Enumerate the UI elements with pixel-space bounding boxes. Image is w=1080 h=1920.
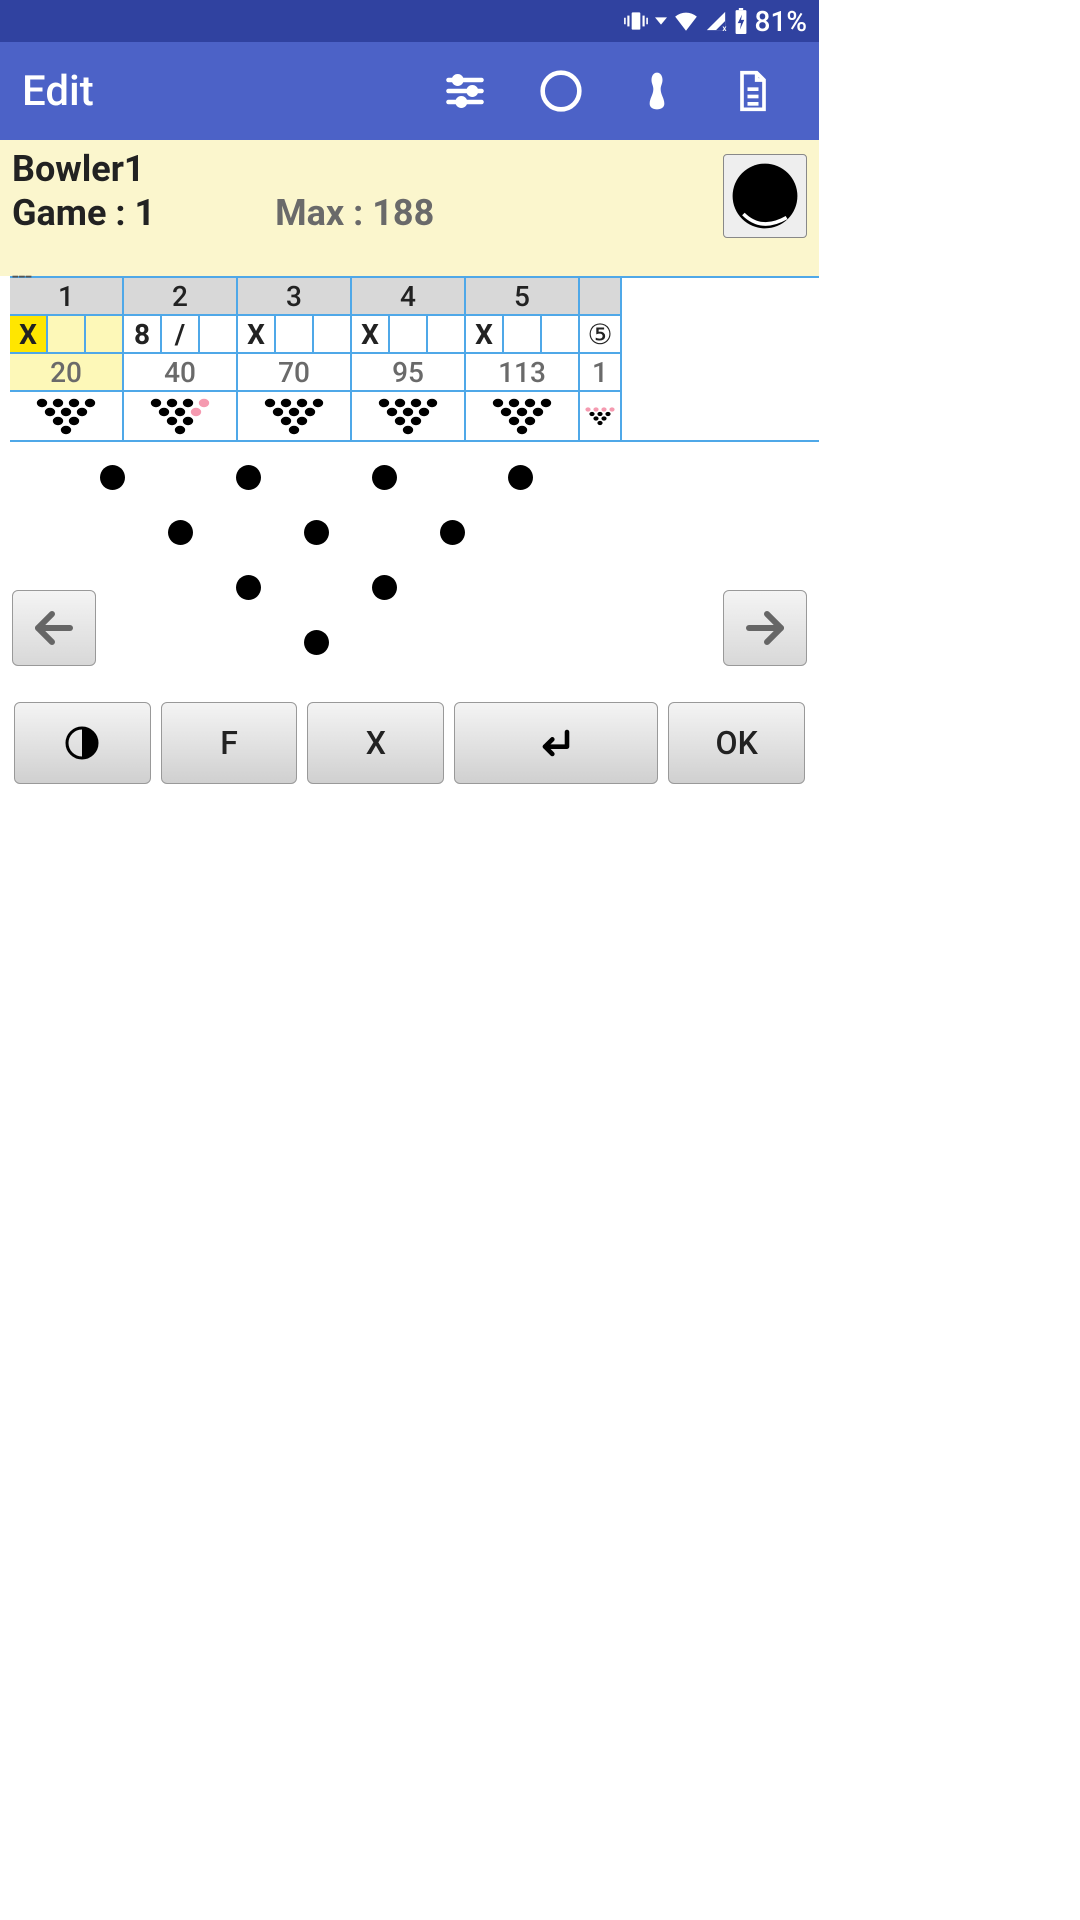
pin-dot[interactable] (304, 630, 329, 655)
ok-button[interactable]: OK (668, 702, 805, 784)
throw-cell[interactable] (276, 316, 314, 352)
input-button-row: F X OK (0, 680, 819, 784)
cumulative-score: 20 (10, 354, 122, 392)
next-button[interactable] (723, 590, 807, 666)
ball-thumbnail[interactable] (723, 154, 807, 238)
pin-mini (466, 392, 578, 440)
frame-column[interactable]: 3X70 (238, 278, 352, 440)
throw-cell[interactable]: / (162, 316, 200, 352)
throw-cell[interactable]: X (10, 316, 48, 352)
throw-cell[interactable] (390, 316, 428, 352)
pin-dot[interactable] (440, 520, 465, 545)
cumulative-score: 1 (580, 354, 620, 392)
settings-sliders-icon[interactable] (417, 43, 513, 139)
pin-dot[interactable] (508, 465, 533, 490)
pin-dot[interactable] (100, 465, 125, 490)
bowler-name: Bowler1 (12, 148, 807, 190)
cumulative-score: 113 (466, 354, 578, 392)
strike-button[interactable]: X (307, 702, 444, 784)
svg-text:x: x (722, 24, 727, 32)
pin-dot[interactable] (372, 465, 397, 490)
wifi-icon (673, 8, 699, 34)
caret-down-icon (655, 15, 667, 27)
pin-mini (124, 392, 236, 440)
throw-cell[interactable] (542, 316, 578, 352)
contrast-button[interactable] (14, 702, 151, 784)
game-label: Game : 1 (12, 192, 155, 234)
throw-cell[interactable]: 8 (124, 316, 162, 352)
previous-button[interactable] (12, 590, 96, 666)
max-label: Max : 188 (275, 192, 434, 234)
throw-cell[interactable] (86, 316, 122, 352)
pin-mini (352, 392, 464, 440)
app-bar: Edit (0, 42, 819, 140)
frame-column[interactable]: ⑤1 (580, 278, 622, 440)
throw-cell[interactable]: X (238, 316, 276, 352)
frame-column[interactable]: 5X113 (466, 278, 580, 440)
pin-dot[interactable] (236, 575, 261, 600)
info-panel: Bowler1 Game : 1 Max : 188 --- (0, 140, 819, 276)
cumulative-score: 40 (124, 354, 236, 392)
frame-column[interactable]: 1X20 (10, 278, 124, 440)
pin-icon[interactable] (609, 43, 705, 139)
pin-dot[interactable] (236, 465, 261, 490)
pin-dot[interactable] (372, 575, 397, 600)
throw-cell[interactable]: X (466, 316, 504, 352)
battery-text: 81% (755, 5, 807, 38)
pin-dot[interactable] (304, 520, 329, 545)
throw-cell[interactable] (48, 316, 86, 352)
pin-dot[interactable] (168, 520, 193, 545)
throw-cell[interactable] (200, 316, 236, 352)
pin-mini (580, 392, 620, 440)
throw-cell[interactable]: X (352, 316, 390, 352)
enter-button[interactable] (454, 702, 658, 784)
frame-column[interactable]: 4X95 (352, 278, 466, 440)
pin-mini (238, 392, 350, 440)
battery-icon (733, 8, 749, 34)
throw-cell[interactable] (314, 316, 350, 352)
note-text: --- (12, 262, 807, 290)
cumulative-score: 95 (352, 354, 464, 392)
ball-icon[interactable] (513, 43, 609, 139)
throw-cell[interactable] (504, 316, 542, 352)
throw-cell[interactable]: ⑤ (580, 316, 620, 352)
frame-column[interactable]: 28/40 (124, 278, 238, 440)
foul-button[interactable]: F (161, 702, 298, 784)
pin-mini (10, 392, 122, 440)
score-strip[interactable]: 1X2028/403X704X955X113⑤1 (10, 276, 819, 442)
page-title: Edit (22, 67, 94, 116)
vibrate-icon (623, 8, 649, 34)
cumulative-score: 70 (238, 354, 350, 392)
signal-icon: x (705, 10, 727, 32)
document-icon[interactable] (705, 43, 801, 139)
status-bar: x 81% (0, 0, 819, 42)
throw-cell[interactable] (428, 316, 464, 352)
pin-diagram[interactable] (0, 460, 819, 680)
